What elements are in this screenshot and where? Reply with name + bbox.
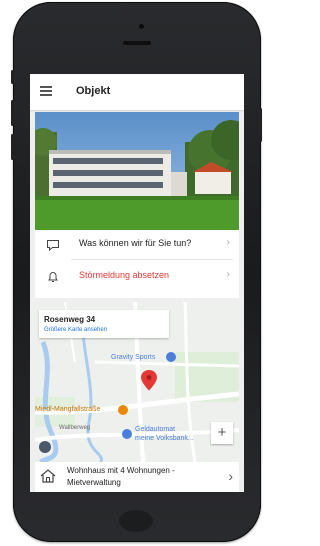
app-screen: Objekt Was können wir für Sie tun? › Stö… xyxy=(30,74,244,492)
map-view[interactable]: Rosenweg 34 Größere Karte ansehen Gravit… xyxy=(35,302,239,465)
poi-atm-line1[interactable]: Geldautomat xyxy=(135,426,175,433)
larger-map-link[interactable]: Größere Karte ansehen xyxy=(44,327,107,333)
home-button-area xyxy=(119,510,153,532)
map-info-box: Rosenweg 34 Größere Karte ansehen xyxy=(39,310,169,338)
property-management: Mietverwaltung xyxy=(67,478,121,487)
app-bar: Objekt xyxy=(30,74,244,110)
poi-atm-line2[interactable]: meine Volksbank... xyxy=(135,435,194,442)
report-issue-row[interactable]: Störmeldung absetzen › xyxy=(35,262,239,292)
building-photo xyxy=(35,112,239,230)
bell-icon xyxy=(48,272,58,282)
property-summary-row[interactable]: Wohnhaus mit 4 Wohnungen - Mietverwaltun… xyxy=(35,462,239,492)
hamburger-icon[interactable] xyxy=(40,86,52,96)
earpiece-speaker xyxy=(123,41,151,45)
poi-gravity-sports[interactable]: Gravity Sports xyxy=(111,354,155,361)
report-issue-label: Störmeldung absetzen xyxy=(79,270,170,280)
chevron-right-icon: › xyxy=(226,237,230,248)
chevron-right-icon: › xyxy=(228,468,233,484)
front-camera xyxy=(139,24,144,29)
house-icon xyxy=(40,469,56,483)
volume-down-button xyxy=(11,134,14,160)
contact-row[interactable]: Was können wir für Sie tun? › xyxy=(35,230,239,260)
poi-street-label: Miedl-Mangfallstraße xyxy=(35,406,101,413)
chat-bubble-icon xyxy=(47,240,59,252)
map-address: Rosenweg 34 xyxy=(44,315,96,324)
zoom-in-button[interactable]: + xyxy=(211,422,233,444)
property-type: Wohnhaus mit 4 Wohnungen - xyxy=(67,466,175,475)
power-button xyxy=(259,108,262,142)
row-divider xyxy=(71,259,233,260)
property-card: Was können wir für Sie tun? › Störmeldun… xyxy=(35,112,239,298)
mute-switch xyxy=(11,70,14,84)
page-title: Objekt xyxy=(76,85,111,97)
contact-label: Was können wir für Sie tun? xyxy=(79,238,192,248)
location-card: Rosenweg 34 Größere Karte ansehen Gravit… xyxy=(35,302,239,492)
poi-wallberweg-label: Wallberweg xyxy=(59,425,91,431)
volume-up-button xyxy=(11,100,14,126)
chevron-right-icon: › xyxy=(226,269,230,280)
